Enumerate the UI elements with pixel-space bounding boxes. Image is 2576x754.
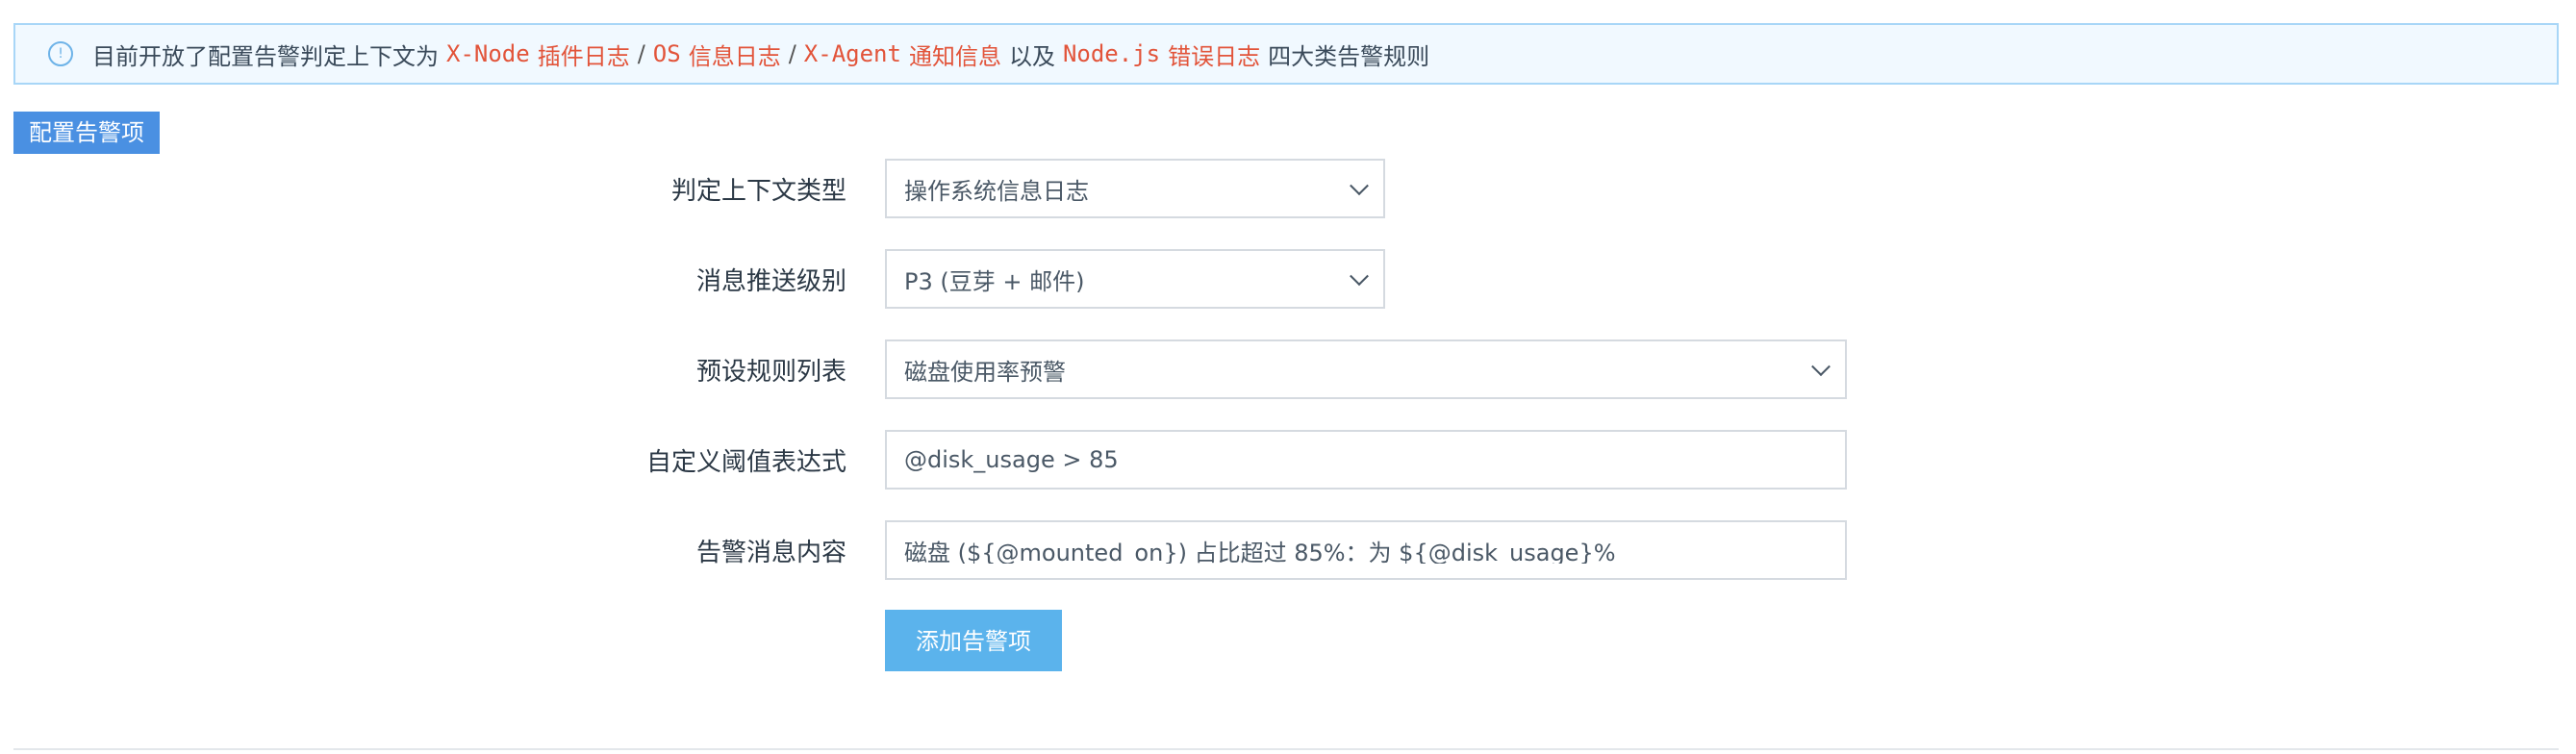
context-type-label: 判定上下文类型 <box>670 176 846 206</box>
notice-separator: / <box>788 40 796 67</box>
threshold-input[interactable] <box>904 446 1845 473</box>
notice-conjunction: 以及 <box>1008 42 1055 70</box>
alert-message-label-box: 告警消息内容 <box>366 519 846 581</box>
push-level-select[interactable]: P3 (豆芽 + 邮件) <box>885 249 1385 309</box>
push-level-label-box: 消息推送级别 <box>366 248 846 310</box>
notice-text-xnode: 插件日志 <box>537 42 630 70</box>
notice-code-os: OS <box>652 40 681 67</box>
divider <box>13 748 2559 750</box>
context-type-label-box: 判定上下文类型 <box>366 158 846 219</box>
chevron-down-icon <box>1811 357 1831 377</box>
notice-separator: / <box>637 40 645 67</box>
alert-message-field[interactable] <box>885 520 1847 580</box>
push-level-label: 消息推送级别 <box>695 266 846 296</box>
notice-code-xnode: X-Node <box>446 40 530 67</box>
push-level-value: P3 (豆芽 + 邮件) <box>904 267 1085 295</box>
section-title: 配置告警项 <box>13 112 160 154</box>
alert-message-label: 告警消息内容 <box>695 538 846 567</box>
preset-rules-select[interactable]: 磁盘使用率预警 <box>885 339 1847 399</box>
notice-text-nodejs: 错误日志 <box>1168 42 1261 70</box>
context-type-select[interactable]: 操作系统信息日志 <box>885 159 1385 218</box>
info-notice: ! 目前开放了配置告警判定上下文为 X-Node 插件日志 / OS 信息日志 … <box>13 23 2559 85</box>
notice-code-xagent: X-Agent <box>803 40 901 67</box>
add-alert-button[interactable]: 添加告警项 <box>885 610 1062 671</box>
chevron-down-icon <box>1350 176 1369 196</box>
info-icon: ! <box>48 41 73 66</box>
alert-config-page: ! 目前开放了配置告警判定上下文为 X-Node 插件日志 / OS 信息日志 … <box>0 0 2576 754</box>
preset-rules-label-box: 预设规则列表 <box>366 339 846 400</box>
notice-suffix: 四大类告警规则 <box>1268 42 1430 70</box>
preset-rules-value: 磁盘使用率预警 <box>904 358 1066 386</box>
notice-text-xagent: 通知信息 <box>908 42 1001 70</box>
notice-text-os: 信息日志 <box>688 42 781 70</box>
threshold-label: 自定义阈值表达式 <box>645 447 846 477</box>
threshold-label-box: 自定义阈值表达式 <box>366 429 846 490</box>
notice-prefix: 目前开放了配置告警判定上下文为 <box>92 42 439 70</box>
threshold-field[interactable] <box>885 430 1847 490</box>
preset-rules-label: 预设规则列表 <box>695 357 846 387</box>
notice-code-nodejs: Node.js <box>1062 40 1161 67</box>
alert-message-input[interactable] <box>904 537 1845 564</box>
chevron-down-icon <box>1350 266 1369 287</box>
context-type-value: 操作系统信息日志 <box>904 177 1089 205</box>
